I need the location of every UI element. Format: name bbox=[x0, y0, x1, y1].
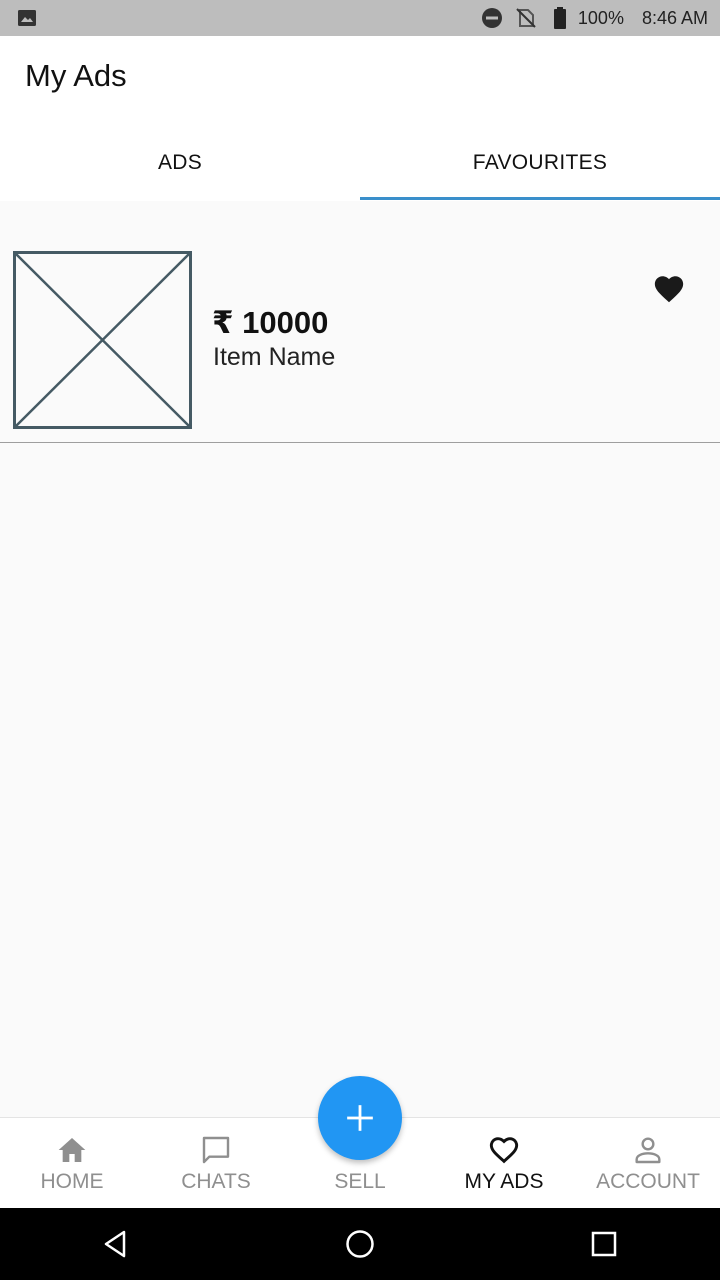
do-not-disturb-icon bbox=[481, 8, 502, 28]
status-bar: 100% 8:46 AM bbox=[0, 0, 720, 36]
plus-icon bbox=[347, 1105, 373, 1131]
nav-chats-label: CHATS bbox=[181, 1170, 251, 1193]
system-navigation-bar bbox=[0, 1208, 720, 1280]
status-icons: 100% 8:46 AM bbox=[480, 0, 708, 36]
home-icon bbox=[58, 1138, 86, 1162]
sell-fab-button[interactable] bbox=[318, 1076, 402, 1160]
nav-chats[interactable]: CHATS bbox=[144, 1118, 288, 1209]
tab-favourites-label: FAVOURITES bbox=[472, 151, 608, 174]
chat-icon bbox=[202, 1136, 230, 1164]
item-price: ₹ 10000 bbox=[212, 305, 329, 340]
no-sim-icon bbox=[516, 8, 536, 28]
tab-ads[interactable]: ADS bbox=[0, 128, 360, 198]
tab-ads-label: ADS bbox=[157, 151, 203, 174]
battery-percentage: 100% bbox=[577, 7, 624, 28]
nav-home-label: HOME bbox=[40, 1170, 104, 1193]
battery-icon bbox=[553, 7, 566, 29]
nav-home[interactable]: HOME bbox=[0, 1118, 144, 1209]
account-icon bbox=[635, 1137, 661, 1164]
tab-favourites[interactable]: FAVOURITES bbox=[360, 128, 720, 198]
favourite-list-item[interactable]: ₹ 10000 Item Name bbox=[0, 201, 720, 443]
nav-sell-label: SELL bbox=[334, 1170, 386, 1193]
item-name: Item Name bbox=[213, 343, 336, 371]
placeholder-image-icon bbox=[13, 251, 192, 429]
nav-my-ads-label: MY ADS bbox=[464, 1170, 544, 1193]
recents-icon[interactable] bbox=[588, 1228, 620, 1260]
active-tab-indicator bbox=[360, 197, 720, 200]
page-title: My Ads bbox=[25, 58, 127, 93]
app-header: My Ads ADS FAVOURITES bbox=[0, 36, 720, 201]
heart-outline-icon bbox=[489, 1137, 519, 1164]
home-circle-icon[interactable] bbox=[344, 1228, 376, 1260]
nav-account-label: ACCOUNT bbox=[596, 1170, 700, 1193]
back-icon[interactable] bbox=[100, 1228, 132, 1260]
heart-filled-icon[interactable] bbox=[652, 272, 686, 306]
nav-account[interactable]: ACCOUNT bbox=[576, 1118, 720, 1209]
nav-my-ads[interactable]: MY ADS bbox=[432, 1118, 576, 1209]
gallery-icon bbox=[18, 10, 36, 26]
clock: 8:46 AM bbox=[641, 7, 708, 28]
